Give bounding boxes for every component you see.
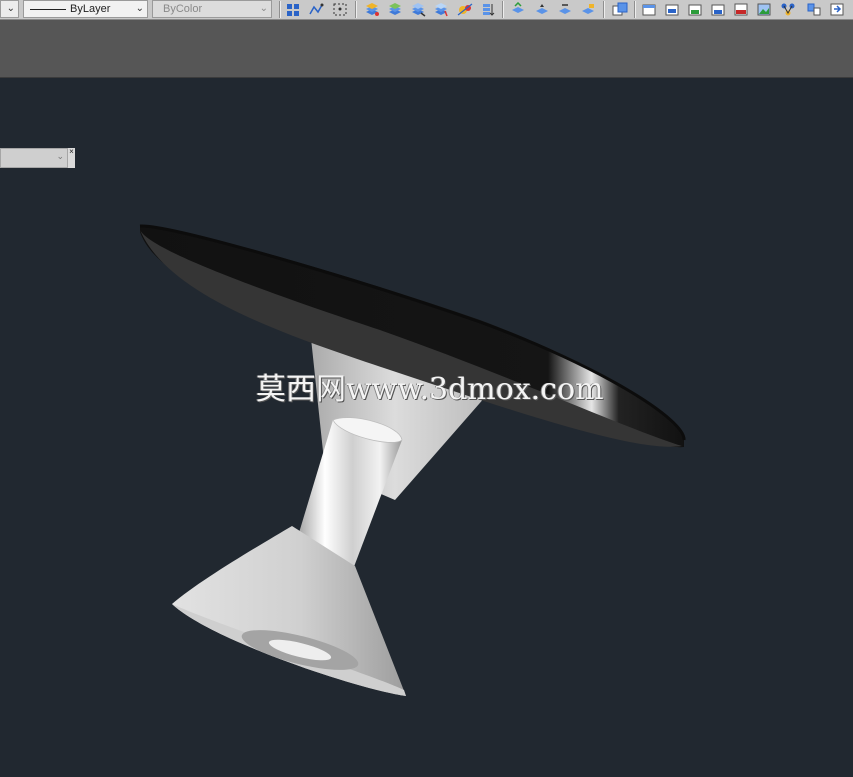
toolbar-separator	[279, 1, 281, 18]
plotstyle-value: ByColor	[163, 3, 203, 15]
linetype-value: ByLayer	[70, 3, 111, 15]
layer-dropdown-stub[interactable]: ⌄	[0, 0, 19, 18]
linetype-dropdown[interactable]: ByLayer ⌄	[23, 0, 148, 18]
layer-unlock-icon[interactable]	[557, 2, 573, 17]
polyline-icon[interactable]	[308, 2, 324, 17]
pdf-export-icon[interactable]	[733, 2, 749, 17]
layer-isolate-icon[interactable]	[410, 2, 426, 17]
floating-combo[interactable]: ⌄	[0, 148, 68, 168]
save-sheet-icon[interactable]	[687, 2, 703, 17]
cad-application: ⌄ ByLayer ⌄ ByColor ⌄ ⌄ × 莫西网www.3dmox.c…	[0, 0, 853, 777]
properties-toolbar: ⌄ ByLayer ⌄ ByColor ⌄	[0, 0, 853, 20]
layer-freeze-icon[interactable]	[433, 2, 449, 17]
chevron-down-icon: ⌄	[135, 3, 144, 14]
ribbon-panel-area	[0, 20, 853, 78]
layout-grid-icon[interactable]	[285, 2, 301, 17]
plotstyle-dropdown[interactable]: ByColor ⌄	[152, 0, 272, 18]
image-export-icon[interactable]	[756, 2, 772, 17]
drawing-viewport[interactable]: ⌄ × 莫西网www.3dmox.com	[0, 78, 853, 777]
transfer-icon[interactable]	[806, 2, 822, 17]
toolbar-separator	[355, 1, 357, 18]
watermark-text: 莫西网www.3dmox.com	[256, 372, 604, 407]
publish-icon[interactable]	[612, 2, 628, 17]
new-sheet-icon[interactable]	[641, 2, 657, 17]
toolbar-separator	[634, 1, 636, 18]
lower-pedestal-cone	[172, 526, 406, 696]
toolbar-separator	[502, 1, 504, 18]
select-region-icon[interactable]	[332, 2, 348, 17]
layer-previous-icon[interactable]	[510, 2, 526, 17]
layer-merge-icon[interactable]	[480, 2, 496, 17]
layer-state-icon[interactable]	[387, 2, 403, 17]
chevron-down-icon: ⌄	[259, 3, 268, 14]
layer-match-icon[interactable]	[580, 2, 596, 17]
layer-lock-icon[interactable]	[534, 2, 550, 17]
layer-properties-icon[interactable]	[364, 2, 380, 17]
chevron-down-icon: ⌄	[6, 3, 15, 14]
layer-walk-icon[interactable]	[457, 2, 473, 17]
linetype-preview	[30, 9, 66, 10]
close-icon[interactable]: ×	[68, 148, 75, 168]
chevron-down-icon: ⌄	[56, 151, 64, 161]
network-icon[interactable]	[780, 2, 796, 17]
toolbar-separator	[603, 1, 605, 18]
model-scene	[139, 224, 686, 696]
import-icon[interactable]	[829, 2, 845, 17]
dwf-export-icon[interactable]	[710, 2, 726, 17]
open-sheet-icon[interactable]	[664, 2, 680, 17]
